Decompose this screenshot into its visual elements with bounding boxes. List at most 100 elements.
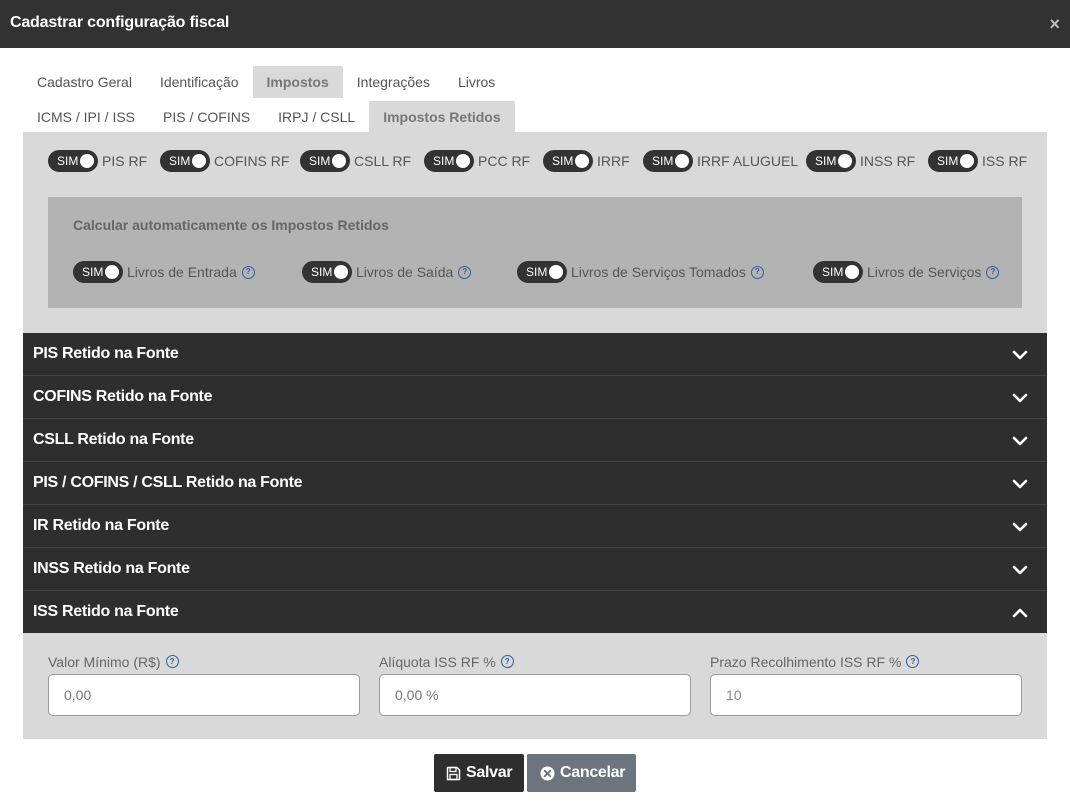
accordion-pis-cofins-csll-retido[interactable]: PIS / COFINS / CSLL Retido na Fonte (23, 462, 1047, 505)
pcc-rf-switch[interactable]: SIM (424, 150, 474, 172)
valor-minimo-input[interactable] (48, 674, 360, 716)
toggle-label: Livros de Serviços Tomados (571, 264, 746, 280)
iss-retido-body: Valor Mínimo (R$)? Alíquota ISS RF %? Pr… (23, 633, 1047, 739)
switch-state: SIM (57, 154, 79, 168)
accordion-cofins-retido[interactable]: COFINS Retido na Fonte (23, 376, 1047, 419)
switch-knob (456, 154, 470, 168)
secondary-tabs: ICMS / IPI / ISS PIS / COFINS IRPJ / CSL… (23, 101, 515, 133)
tab-irpj-csll[interactable]: IRPJ / CSLL (264, 101, 369, 133)
livros-entrada-switch[interactable]: SIM (73, 261, 123, 283)
chevron-up-icon (1012, 608, 1028, 618)
switch-knob (845, 265, 859, 279)
field-label: Valor Mínimo (R$)? (48, 653, 360, 670)
switch-state: SIM (169, 154, 191, 168)
accordion-label: CSLL Retido na Fonte (33, 431, 194, 448)
cancel-button[interactable]: Cancelar (527, 754, 636, 792)
help-icon[interactable]: ? (165, 655, 179, 668)
tab-impostos[interactable]: Impostos (252, 66, 343, 98)
modal-title: Cadastrar configuração fiscal (10, 14, 230, 31)
toggle-label: IRRF ALUGUEL (697, 153, 799, 169)
chevron-down-icon (1012, 393, 1028, 403)
aliquota-iss-rf-field: Alíquota ISS RF %? (379, 653, 691, 716)
switch-knob (80, 154, 94, 168)
accordion-label: ISS Retido na Fonte (33, 603, 179, 620)
accordion-csll-retido[interactable]: CSLL Retido na Fonte (23, 419, 1047, 462)
switch-state: SIM (815, 154, 837, 168)
irrf-switch[interactable]: SIM (543, 150, 593, 172)
field-label-text: Alíquota ISS RF % (379, 653, 496, 670)
help-icon[interactable]: ? (986, 265, 1000, 279)
switch-knob (332, 154, 346, 168)
switch-state: SIM (822, 265, 844, 279)
switch-state: SIM (526, 265, 548, 279)
tab-livros[interactable]: Livros (444, 66, 509, 98)
tab-pis-cofins[interactable]: PIS / COFINS (149, 101, 264, 133)
toggle-livros-servicos: SIM Livros de Serviços ? (813, 261, 1000, 283)
tab-icms-ipi-iss[interactable]: ICMS / IPI / ISS (23, 101, 149, 133)
switch-state: SIM (937, 154, 959, 168)
toggle-irrf: SIM IRRF (543, 150, 630, 172)
livros-servicos-tomados-switch[interactable]: SIM (517, 261, 567, 283)
toggle-label: Livros de Serviços (867, 264, 982, 280)
auto-calc-box: Calcular automaticamente os Impostos Ret… (48, 197, 1022, 308)
cofins-rf-switch[interactable]: SIM (160, 150, 210, 172)
toggle-label: PIS RF (102, 153, 148, 169)
toggle-livros-saida: SIM Livros de Saída ? (302, 261, 472, 283)
field-label-text: Prazo Recolhimento ISS RF % (710, 653, 902, 670)
toggle-iss-rf: SIM ISS RF (928, 150, 1027, 172)
toggle-livros-entrada: SIM Livros de Entrada ? (73, 261, 255, 283)
accordion-label: COFINS Retido na Fonte (33, 388, 213, 405)
toggle-label: INSS RF (860, 153, 916, 169)
toggle-livros-servicos-tomados: SIM Livros de Serviços Tomados ? (517, 261, 764, 283)
switch-state: SIM (309, 154, 331, 168)
inss-rf-switch[interactable]: SIM (806, 150, 856, 172)
cancel-label: Cancelar (560, 764, 626, 781)
irrf-aluguel-switch[interactable]: SIM (643, 150, 693, 172)
switch-knob (334, 265, 348, 279)
tab-cadastro-geral[interactable]: Cadastro Geral (23, 66, 146, 98)
toggle-label: CSLL RF (354, 153, 412, 169)
accordion-inss-retido[interactable]: INSS Retido na Fonte (23, 548, 1047, 591)
tab-identificacao[interactable]: Identificação (146, 66, 253, 98)
save-label: Salvar (466, 764, 513, 781)
switch-knob (838, 154, 852, 168)
switch-state: SIM (552, 154, 574, 168)
primary-tabs: Cadastro Geral Identificação Impostos In… (23, 66, 509, 98)
help-icon[interactable]: ? (500, 655, 514, 668)
chevron-down-icon (1012, 522, 1028, 532)
toggle-cofins-rf: SIM COFINS RF (160, 150, 289, 172)
help-icon[interactable]: ? (241, 265, 255, 279)
accordion-iss-retido[interactable]: ISS Retido na Fonte (23, 591, 1047, 634)
aliquota-iss-rf-input[interactable] (379, 674, 691, 716)
field-label: Alíquota ISS RF %? (379, 653, 691, 670)
valor-minimo-field: Valor Mínimo (R$)? (48, 653, 360, 716)
close-icon[interactable]: × (1049, 15, 1060, 33)
livros-saida-switch[interactable]: SIM (302, 261, 352, 283)
csll-rf-switch[interactable]: SIM (300, 150, 350, 172)
switch-knob (549, 265, 563, 279)
switch-state: SIM (311, 265, 333, 279)
impostos-retidos-panel: SIM PIS RF SIM COFINS RF SIM CSLL RF SIM… (23, 132, 1047, 333)
help-icon[interactable]: ? (458, 265, 472, 279)
switch-knob (575, 154, 589, 168)
pis-rf-switch[interactable]: SIM (48, 150, 98, 172)
prazo-recolhimento-input[interactable] (710, 674, 1022, 716)
auto-calc-heading: Calcular automaticamente os Impostos Ret… (73, 217, 389, 233)
help-icon[interactable]: ? (750, 265, 764, 279)
toggle-label: Livros de Saída (356, 264, 454, 280)
field-label-text: Valor Mínimo (R$) (48, 653, 161, 670)
switch-state: SIM (652, 154, 674, 168)
accordion-ir-retido[interactable]: IR Retido na Fonte (23, 505, 1047, 548)
accordion-pis-retido[interactable]: PIS Retido na Fonte (23, 333, 1047, 376)
save-button[interactable]: Salvar (434, 754, 524, 792)
tab-impostos-retidos[interactable]: Impostos Retidos (369, 101, 515, 133)
chevron-down-icon (1012, 436, 1028, 446)
help-icon[interactable]: ? (906, 655, 920, 668)
iss-rf-switch[interactable]: SIM (928, 150, 978, 172)
livros-servicos-switch[interactable]: SIM (813, 261, 863, 283)
tab-integracoes[interactable]: Integrações (343, 66, 444, 98)
retained-tax-accordion: PIS Retido na Fonte COFINS Retido na Fon… (23, 333, 1047, 634)
switch-knob (675, 154, 689, 168)
accordion-label: INSS Retido na Fonte (33, 560, 190, 577)
switch-state: SIM (82, 265, 104, 279)
